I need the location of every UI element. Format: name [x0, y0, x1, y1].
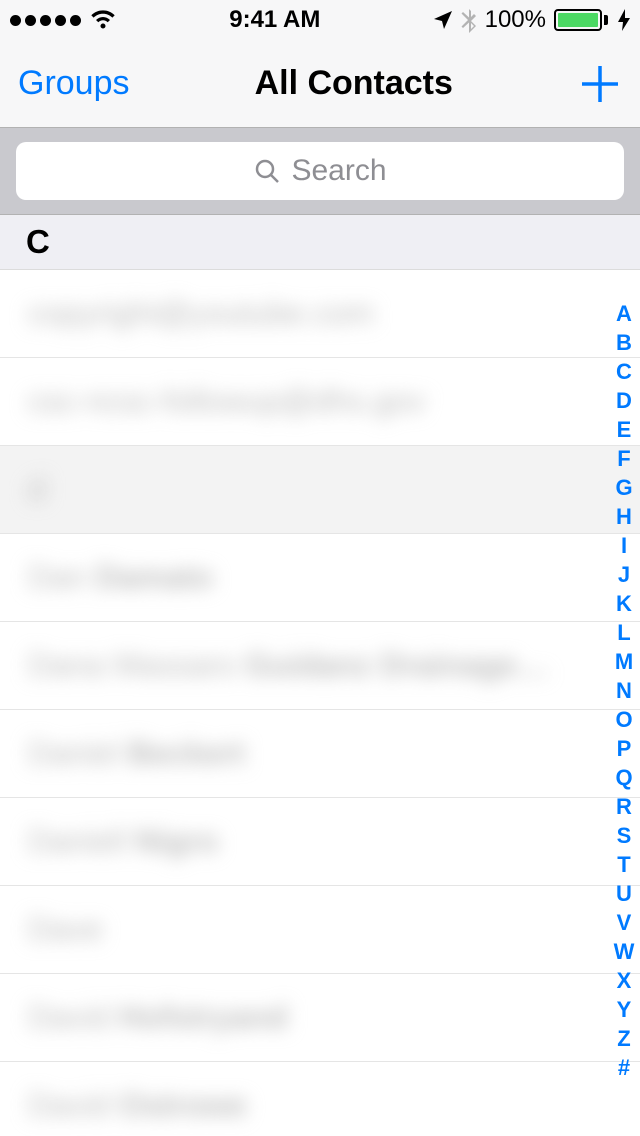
index-letter[interactable]: J	[618, 561, 630, 588]
contact-last: Beckert	[119, 735, 245, 771]
index-letter[interactable]: Z	[617, 1025, 630, 1052]
wifi-icon	[89, 9, 117, 31]
charging-icon	[618, 9, 630, 31]
status-bar: 9:41 AM 100%	[0, 0, 640, 40]
index-letter[interactable]: O	[615, 706, 632, 733]
contact-first: Dave	[28, 911, 103, 947]
section-header: C	[0, 215, 640, 270]
index-letter[interactable]: B	[616, 329, 632, 356]
index-letter[interactable]: A	[616, 300, 632, 327]
index-letter[interactable]: E	[617, 416, 632, 443]
alpha-index[interactable]: ABCDEFGHIJKLMNOPQRSTUVWXYZ#	[610, 300, 638, 1081]
search-input[interactable]: Search	[16, 142, 624, 200]
plus-icon	[578, 62, 622, 106]
contacts-list[interactable]: copyright@youtube.com csc-ncsc-followup@d…	[0, 270, 640, 1136]
index-letter[interactable]: D	[616, 387, 632, 414]
location-icon	[433, 10, 453, 30]
contact-first: David	[28, 999, 110, 1035]
bluetooth-icon	[461, 7, 477, 33]
contact-row[interactable]: Daniel Beckert	[0, 710, 640, 798]
contact-name: Dave	[28, 911, 103, 948]
add-contact-button[interactable]	[578, 62, 622, 106]
index-letter[interactable]: P	[617, 735, 632, 762]
contact-name: copyright@youtube.com	[28, 295, 374, 332]
index-letter[interactable]: L	[617, 619, 630, 646]
contact-first: Daniell	[28, 823, 126, 859]
index-letter[interactable]: F	[617, 445, 630, 472]
contact-name: Daniel Beckert	[28, 735, 245, 772]
contact-first: d	[28, 471, 46, 507]
status-bar-left	[10, 9, 117, 31]
status-bar-right: 100%	[433, 6, 630, 34]
index-letter[interactable]: Y	[617, 996, 632, 1023]
contact-first: David	[28, 1087, 110, 1123]
status-bar-time: 9:41 AM	[229, 6, 320, 34]
battery-percent: 100%	[485, 6, 546, 34]
contact-name: Dana Massaro Guidanz Drainage…	[28, 647, 549, 684]
navbar: Groups All Contacts	[0, 40, 640, 128]
contact-row[interactable]: Dana Massaro Guidanz Drainage…	[0, 622, 640, 710]
contact-row[interactable]: copyright@youtube.com	[0, 270, 640, 358]
contact-name: d	[28, 471, 46, 508]
contact-last: Ostrowe	[110, 1087, 247, 1123]
contact-row[interactable]: David Hofstryand	[0, 974, 640, 1062]
contact-last: Hofstryand	[110, 999, 288, 1035]
index-letter[interactable]: H	[616, 503, 632, 530]
contact-last: Guidanz Drainage…	[236, 647, 549, 683]
section-letter: C	[26, 223, 50, 261]
contact-row[interactable]: Dan Damato	[0, 534, 640, 622]
contact-first: csc-ncsc-followup@dhs.gov	[28, 383, 425, 419]
index-letter[interactable]: W	[614, 938, 635, 965]
index-letter[interactable]: C	[616, 358, 632, 385]
search-bar-container: Search	[0, 128, 640, 215]
index-letter[interactable]: X	[617, 967, 632, 994]
battery-icon	[554, 9, 608, 31]
contact-last: Nigro	[126, 823, 218, 859]
contact-name: David Hofstryand	[28, 999, 288, 1036]
contact-last: Damato	[87, 559, 213, 595]
contact-first: Daniel	[28, 735, 119, 771]
contact-row[interactable]: csc-ncsc-followup@dhs.gov	[0, 358, 640, 446]
index-letter[interactable]: G	[615, 474, 632, 501]
contact-name: Dan Damato	[28, 559, 213, 596]
index-letter[interactable]: N	[616, 677, 632, 704]
contact-first: Dan	[28, 559, 87, 595]
contact-row[interactable]: d	[0, 446, 640, 534]
cell-signal-icon	[10, 15, 81, 26]
contact-row[interactable]: Daniell Nigro	[0, 798, 640, 886]
contact-name: David Ostrowe	[28, 1087, 247, 1124]
index-letter[interactable]: Q	[615, 764, 632, 791]
contact-row[interactable]: David Ostrowe	[0, 1062, 640, 1136]
index-letter[interactable]: S	[617, 822, 632, 849]
search-placeholder: Search	[291, 154, 386, 188]
search-icon	[253, 157, 281, 185]
index-letter[interactable]: U	[616, 880, 632, 907]
index-letter[interactable]: K	[616, 590, 632, 617]
index-letter[interactable]: V	[617, 909, 632, 936]
groups-button[interactable]: Groups	[18, 64, 130, 103]
index-letter[interactable]: T	[617, 851, 630, 878]
contact-name: csc-ncsc-followup@dhs.gov	[28, 383, 425, 420]
contact-first: copyright@youtube.com	[28, 295, 374, 331]
contact-first: Dana Massaro	[28, 647, 236, 683]
index-letter[interactable]: I	[621, 532, 627, 559]
index-letter[interactable]: M	[615, 648, 633, 675]
contact-name: Daniell Nigro	[28, 823, 218, 860]
index-letter[interactable]: R	[616, 793, 632, 820]
index-letter[interactable]: #	[618, 1054, 630, 1081]
contact-row[interactable]: Dave	[0, 886, 640, 974]
page-title: All Contacts	[130, 64, 579, 103]
